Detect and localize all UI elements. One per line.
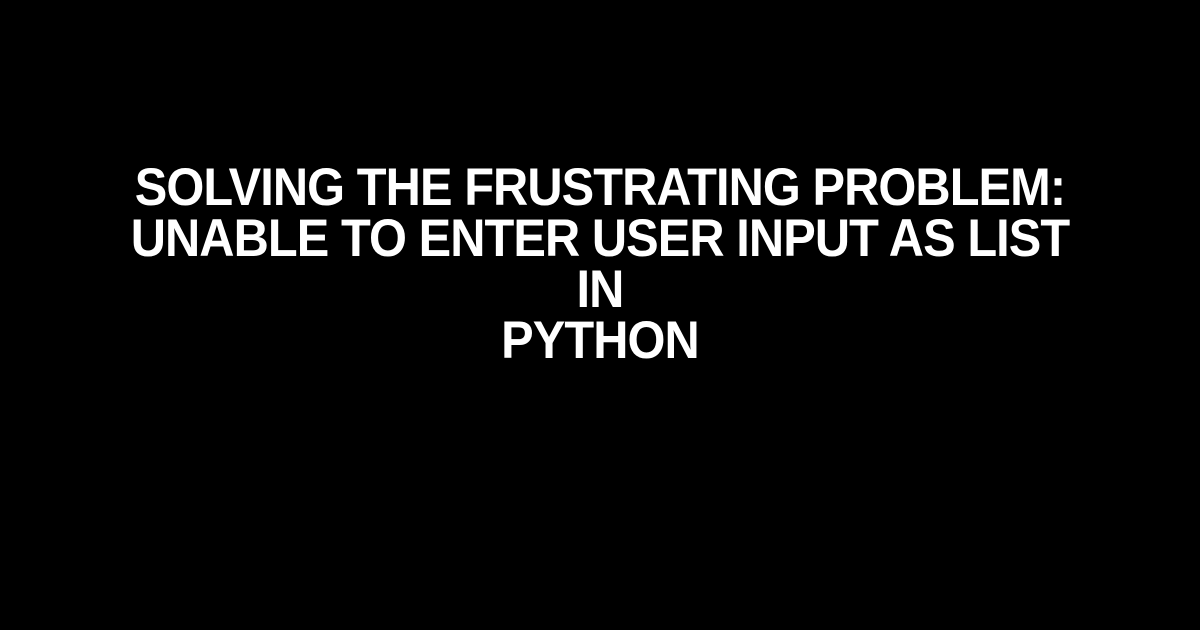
headline-line-1: SOLVING THE FRUSTRATING PROBLEM: bbox=[103, 163, 1097, 214]
headline-line-3: PYTHON bbox=[103, 316, 1097, 367]
headline-text: SOLVING THE FRUSTRATING PROBLEM: UNABLE … bbox=[48, 163, 1152, 367]
headline-line-2: UNABLE TO ENTER USER INPUT AS LIST IN bbox=[103, 214, 1097, 316]
